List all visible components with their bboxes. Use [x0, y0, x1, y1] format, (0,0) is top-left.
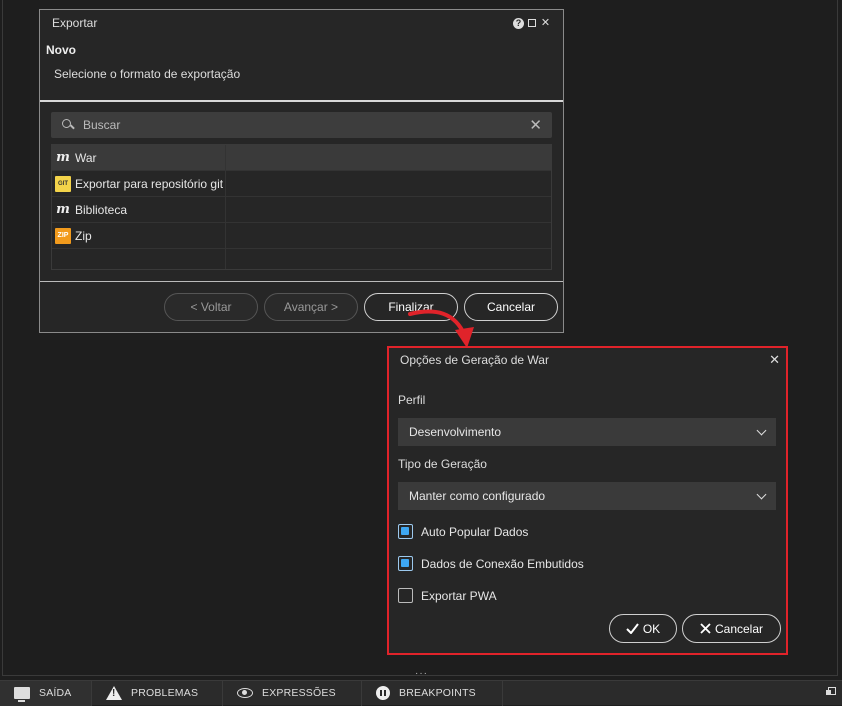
tab-saida[interactable]: SAÍDA	[0, 680, 92, 706]
back-button[interactable]: < Voltar	[164, 293, 258, 321]
eye-icon	[237, 688, 253, 698]
checkbox-exportar-pwa[interactable]: Exportar PWA	[398, 588, 497, 603]
close-icon	[700, 623, 711, 634]
library-icon: m	[56, 202, 70, 217]
next-button[interactable]: Avançar >	[264, 293, 358, 321]
checkbox-label: Auto Popular Dados	[421, 524, 529, 539]
chevron-down-icon	[756, 489, 767, 499]
checkbox-checked[interactable]	[398, 556, 413, 571]
checkbox-unchecked[interactable]	[398, 588, 413, 603]
close-icon[interactable]: ✕	[540, 17, 551, 29]
ok-button[interactable]: OK	[609, 614, 677, 643]
perfil-value: Desenvolvimento	[409, 425, 502, 439]
export-dialog-title: Exportar	[52, 16, 98, 30]
divider	[40, 281, 563, 282]
perfil-label: Perfil	[398, 393, 426, 407]
tab-breakpoints[interactable]: BREAKPOINTS	[362, 680, 503, 706]
restore-panel-icon[interactable]	[826, 687, 836, 696]
war-dialog-buttons: OK Cancelar	[609, 614, 781, 643]
checkbox-checked[interactable]	[398, 524, 413, 539]
close-icon[interactable]: ✕	[769, 352, 780, 368]
tab-label: EXPRESSÕES	[262, 687, 336, 699]
help-icon[interactable]: ?	[513, 17, 524, 29]
export-dialog: Exportar ? ✕ Novo Selecione o formato de…	[39, 9, 564, 333]
search-input[interactable]	[81, 117, 530, 133]
tab-label: SAÍDA	[39, 687, 72, 699]
tipo-geracao-value: Manter como configurado	[409, 489, 546, 503]
git-icon: GIT	[55, 175, 71, 192]
check-icon	[626, 623, 639, 634]
cancel-label: Cancelar	[714, 621, 764, 636]
list-item-label: Zip	[75, 228, 92, 243]
checkbox-auto-popular[interactable]: Auto Popular Dados	[398, 524, 528, 539]
zip-icon: ZIP	[55, 227, 71, 244]
war-icon: m	[56, 150, 70, 165]
cancel-button[interactable]: Cancelar	[682, 614, 781, 643]
ok-label: OK	[642, 621, 661, 636]
divider	[40, 100, 563, 102]
section-subtitle: Selecione o formato de exportação	[54, 67, 241, 81]
search-box: ✕	[51, 112, 552, 138]
list-item-label: War	[75, 150, 97, 165]
perfil-select[interactable]: Desenvolvimento	[398, 418, 776, 446]
tab-label: PROBLEMAS	[131, 687, 199, 699]
maximize-icon[interactable]	[528, 19, 536, 27]
list-item-git[interactable]: GIT Exportar para repositório git	[52, 171, 551, 197]
window-controls: ? ✕	[513, 17, 551, 29]
export-dialog-titlebar: Exportar ? ✕	[40, 10, 563, 36]
export-dialog-buttons: < Voltar Avançar > Finalizar Cancelar	[164, 293, 558, 321]
list-item-library[interactable]: m Biblioteca	[52, 197, 551, 223]
tab-label: BREAKPOINTS	[399, 687, 476, 699]
bottom-panel-tabs: SAÍDA PROBLEMAS EXPRESSÕES BREAKPOINTS	[0, 680, 842, 706]
panel-resize-handle[interactable]: ···	[415, 668, 428, 679]
clear-search-icon[interactable]: ✕	[529, 116, 542, 134]
warning-icon	[106, 686, 122, 700]
monitor-icon	[14, 687, 30, 702]
export-format-list: m War GIT Exportar para repositório git …	[51, 144, 552, 270]
section-title: Novo	[46, 43, 76, 57]
war-dialog-title: Opções de Geração de War	[400, 353, 549, 367]
list-item-war[interactable]: m War	[52, 145, 551, 171]
tipo-geracao-label: Tipo de Geração	[398, 457, 487, 471]
checkbox-label: Exportar PWA	[421, 588, 497, 603]
chevron-down-icon	[756, 425, 767, 435]
list-item-zip[interactable]: ZIP Zip	[52, 223, 551, 249]
tipo-geracao-select[interactable]: Manter como configurado	[398, 482, 776, 510]
checkbox-label: Dados de Conexão Embutidos	[421, 556, 584, 571]
tab-expressoes[interactable]: EXPRESSÕES	[223, 680, 362, 706]
war-options-dialog: Opções de Geração de War ✕ Perfil Desenv…	[387, 346, 788, 655]
list-item-label: Exportar para repositório git	[75, 176, 224, 191]
pause-icon	[376, 686, 390, 700]
checkbox-dados-conexao[interactable]: Dados de Conexão Embutidos	[398, 556, 584, 571]
list-item-label: Biblioteca	[75, 202, 128, 217]
tab-problemas[interactable]: PROBLEMAS	[92, 680, 223, 706]
search-icon	[61, 118, 75, 132]
